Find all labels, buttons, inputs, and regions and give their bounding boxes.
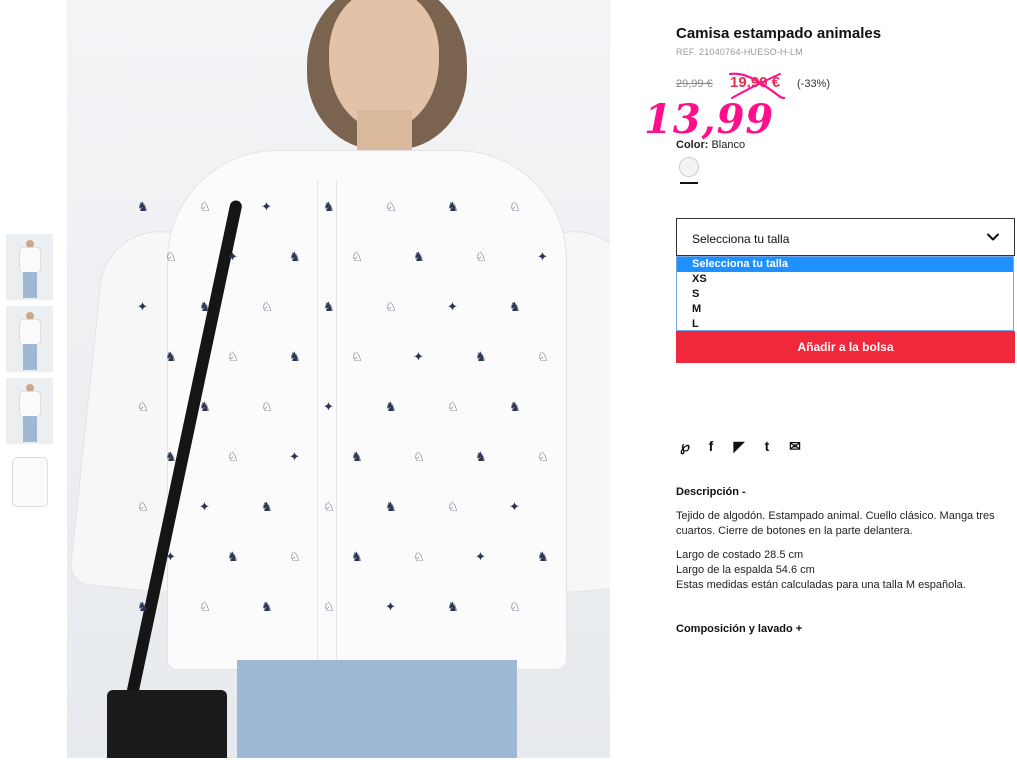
size-option[interactable]: L	[677, 317, 1013, 332]
size-dropdown-list: Selecciona tu talla XS S M L	[676, 256, 1014, 331]
old-price: 29,99 €	[676, 78, 713, 90]
pinterest-icon[interactable]: ℘	[678, 438, 692, 454]
color-label: Color: Blanco	[676, 139, 745, 151]
tumblr-icon[interactable]: t	[760, 438, 774, 454]
composition-toggle[interactable]: Composición y lavado +	[676, 623, 802, 635]
discount-badge: (-33%)	[797, 78, 831, 90]
add-to-bag-label: Añadir a la bolsa	[797, 339, 894, 354]
size-option[interactable]: Selecciona tu talla	[677, 257, 1013, 272]
handwritten-price: 13,99	[644, 96, 775, 143]
size-select[interactable]: Selecciona tu talla	[676, 218, 1015, 256]
swatch-selected-indicator	[680, 182, 698, 184]
email-icon[interactable]: ✉	[788, 438, 802, 454]
main-product-image[interactable]: ♞ ♘ ✦ ♞ ♘ ♞ ♘ ♘ ✦ ♞ ♘ ♞ ♘ ✦ ✦ ♞ ♘ ♞ ♘ ✦ ♞ ♞ ♘ ♞ ♘ ✦ ♞ ♘ ♘ ♞ ♘ ✦ ♞ ♘ ♞ ♞ ♘ ✦ ♞ ♘…	[67, 0, 610, 758]
thumbnail-1[interactable]	[6, 234, 53, 300]
facebook-icon[interactable]: f	[704, 438, 718, 454]
measures-list: Largo de costado 28.5 cm Largo de la esp…	[676, 548, 1014, 593]
twitter-icon[interactable]: ◤	[732, 438, 746, 454]
chevron-down-icon	[987, 233, 999, 241]
thumbnail-3[interactable]	[6, 378, 53, 444]
product-ref: REF. 21040764-HUESO-H-LM	[676, 47, 803, 57]
thumbnail-2[interactable]	[6, 306, 53, 372]
size-option[interactable]: S	[677, 287, 1013, 302]
measure-item: Largo de costado 28.5 cm	[676, 549, 804, 561]
sale-price: 19,99 €	[730, 74, 781, 91]
thumbnail-strip	[6, 234, 53, 522]
measure-item: Estas medidas están calculadas para una …	[676, 579, 966, 591]
add-to-bag-button[interactable]: Añadir a la bolsa	[676, 331, 1015, 363]
measure-item: Largo de la espalda 54.6 cm	[676, 564, 815, 576]
description-toggle[interactable]: Descripción -	[676, 486, 746, 498]
color-swatch-blanco[interactable]	[680, 158, 698, 176]
size-option[interactable]: XS	[677, 272, 1013, 287]
product-title: Camisa estampado animales	[676, 25, 882, 42]
color-label-key: Color:	[676, 139, 709, 151]
size-select-value: Selecciona tu talla	[692, 232, 790, 246]
description-text: Tejido de algodón. Estampado animal. Cue…	[676, 510, 995, 537]
color-label-value: Blanco	[711, 139, 746, 151]
size-option[interactable]: M	[677, 302, 1013, 317]
thumbnail-4[interactable]	[6, 450, 53, 516]
